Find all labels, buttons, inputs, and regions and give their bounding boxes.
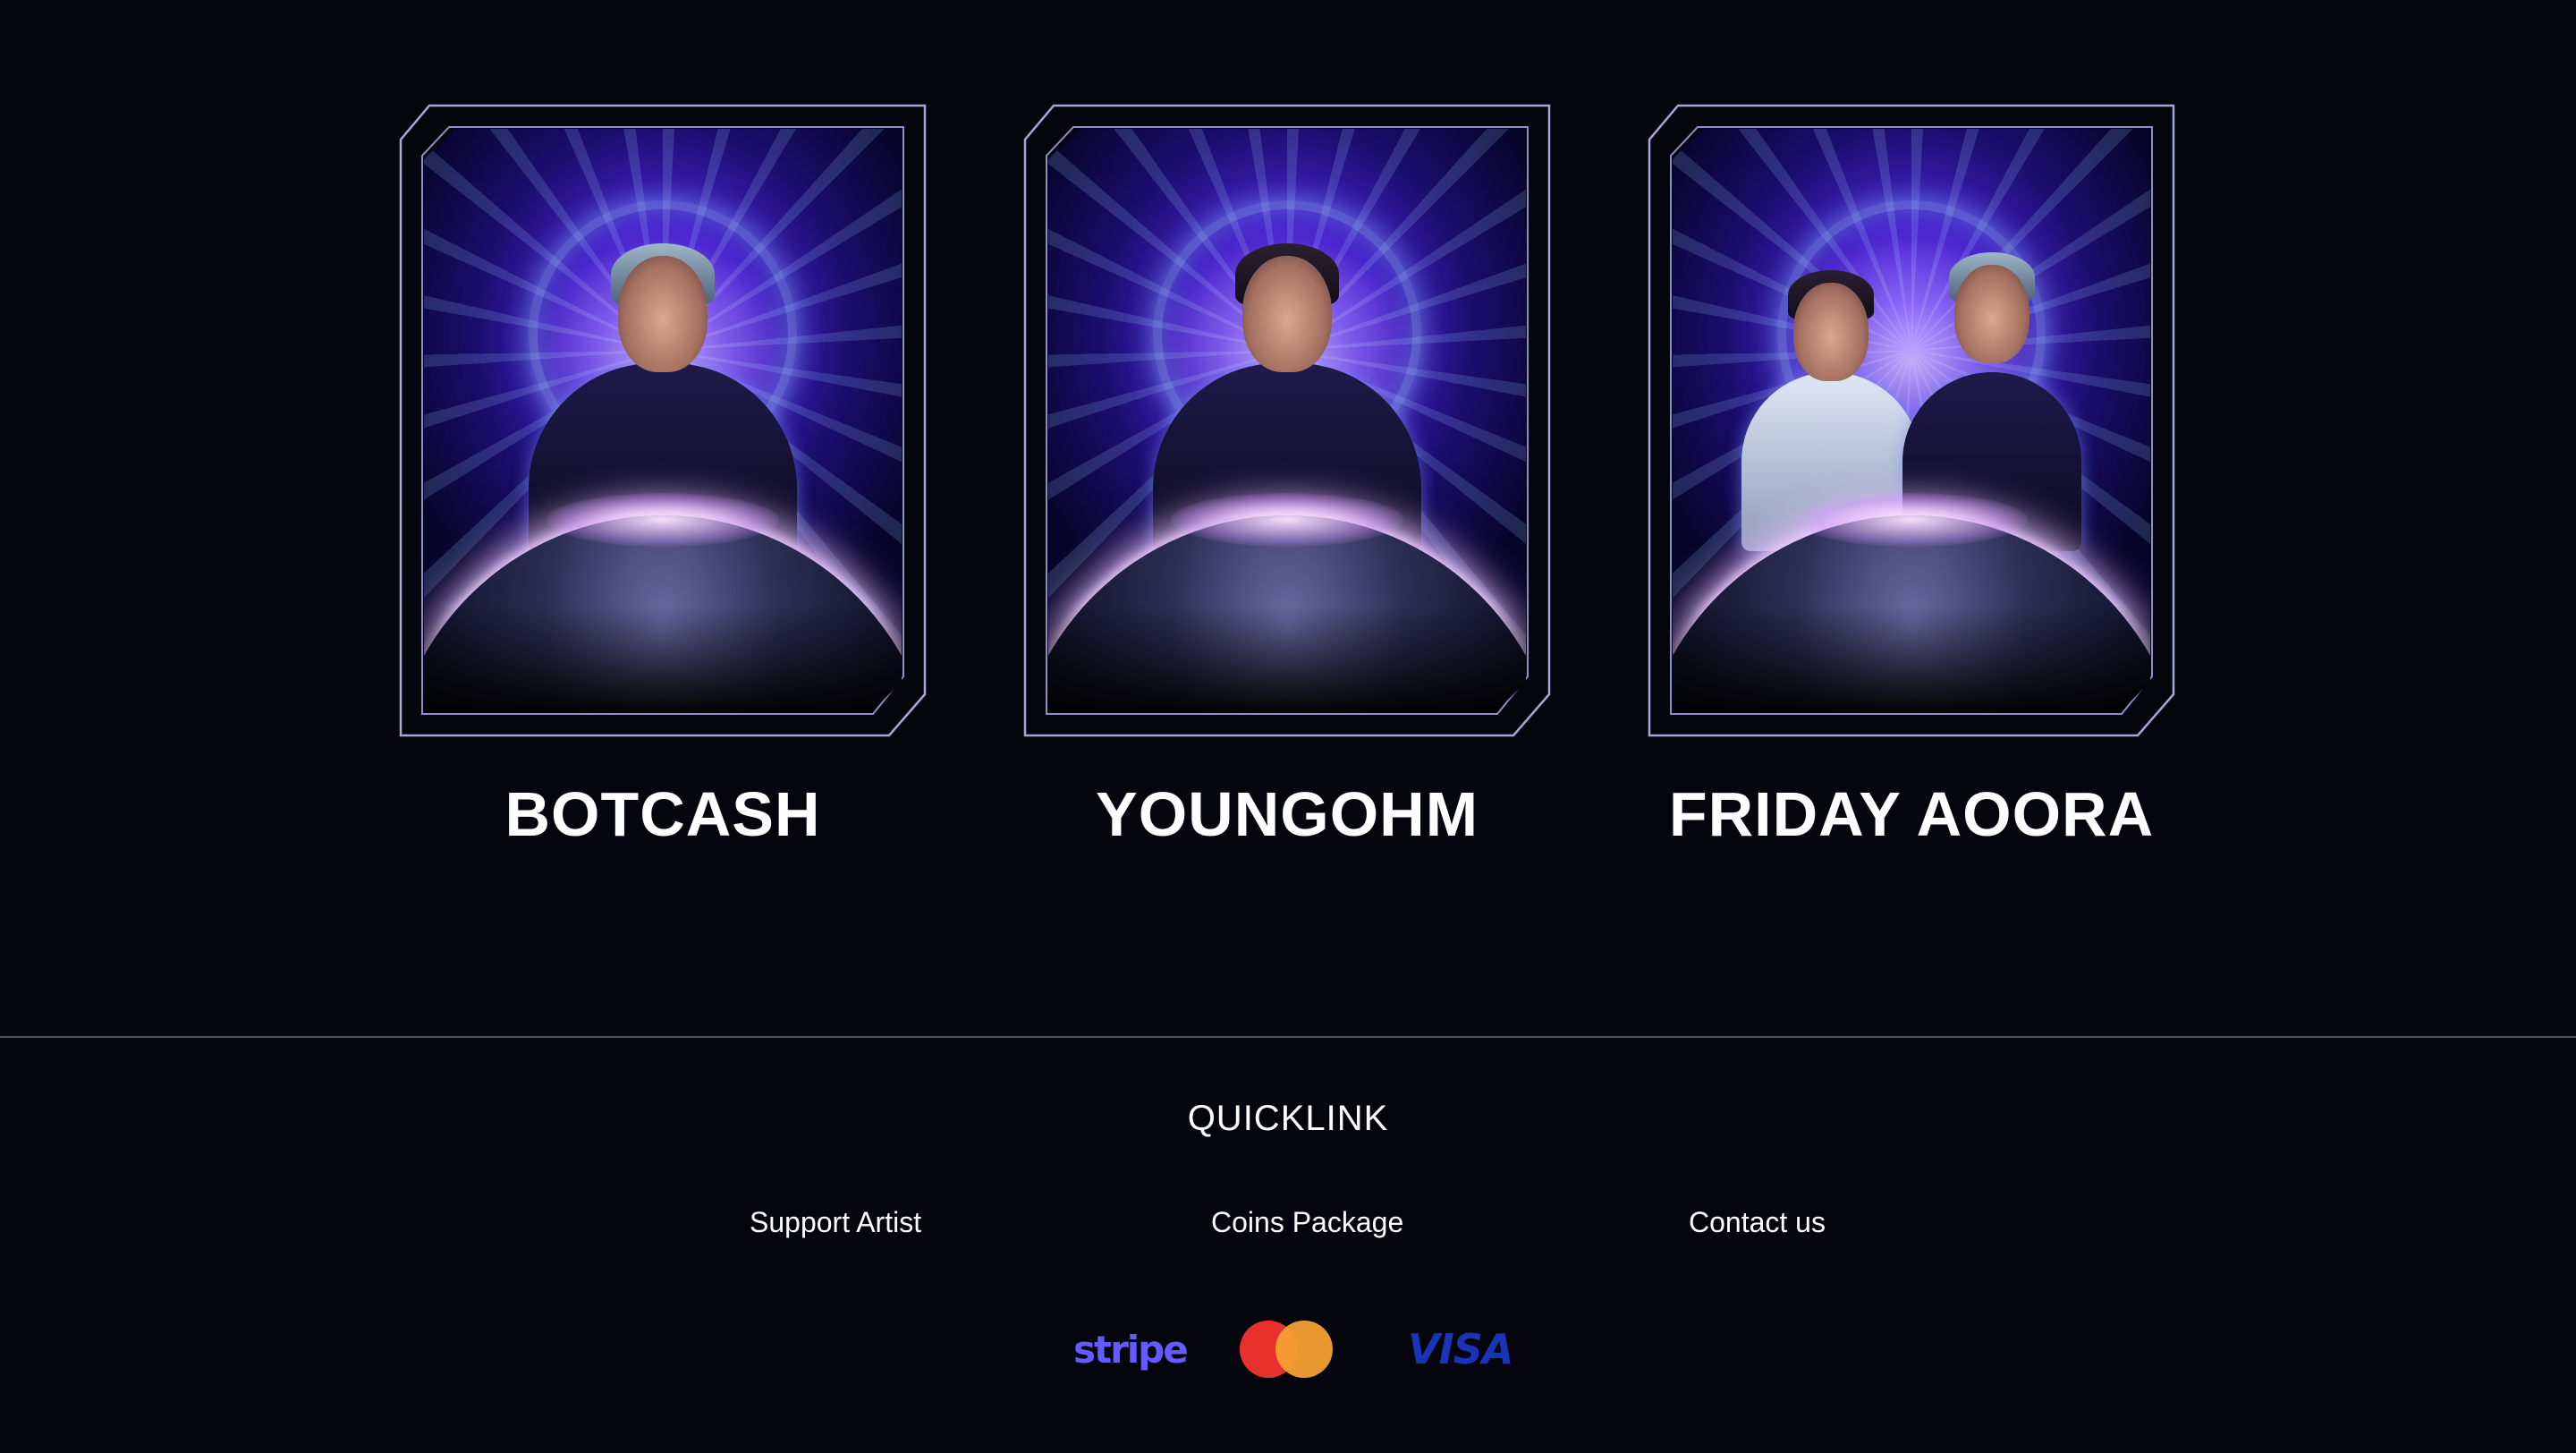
artist-photo[interactable]: [1048, 129, 1526, 712]
artist-frame: [1023, 104, 1551, 737]
footer-divider: [0, 1036, 2576, 1038]
quicklink-heading: QUICKLINK: [1187, 1099, 1389, 1138]
mastercard-logo-icon: [1240, 1313, 1336, 1385]
artist-card[interactable]: FRIDAY AOORA: [1648, 104, 2175, 873]
visa-wordmark: VISA: [1408, 1325, 1513, 1373]
artist-photo[interactable]: [424, 129, 902, 712]
artist-photo[interactable]: [1673, 129, 2150, 712]
artist-card[interactable]: BOTCASH: [399, 104, 927, 873]
artist-frame: [399, 104, 927, 737]
artist-name[interactable]: BOTCASH: [399, 778, 927, 850]
artist-card[interactable]: YOUNGOHM: [1023, 104, 1551, 873]
quicklink-nav: Support Artist Coins Package Contact us: [0, 1206, 2576, 1242]
artist-frame: [1648, 104, 2175, 737]
coins-package-link[interactable]: Coins Package: [1211, 1206, 1403, 1239]
payment-methods: stripe VISA: [0, 1313, 2576, 1385]
artist-name[interactable]: YOUNGOHM: [1023, 778, 1551, 850]
artist-gallery: BOTCASH YOUNGOHM FRIDAY AOORA: [399, 104, 2177, 873]
visa-logo-icon: VISA: [1408, 1313, 1513, 1385]
page: BOTCASH YOUNGOHM FRIDAY AOORA QUICKLINK …: [0, 0, 2576, 1453]
stripe-logo-icon: stripe: [1073, 1313, 1189, 1385]
stripe-wordmark: stripe: [1073, 1327, 1189, 1372]
contact-us-link[interactable]: Contact us: [1689, 1206, 1826, 1239]
artist-name[interactable]: FRIDAY AOORA: [1648, 778, 2175, 850]
support-artist-link[interactable]: Support Artist: [750, 1206, 921, 1239]
